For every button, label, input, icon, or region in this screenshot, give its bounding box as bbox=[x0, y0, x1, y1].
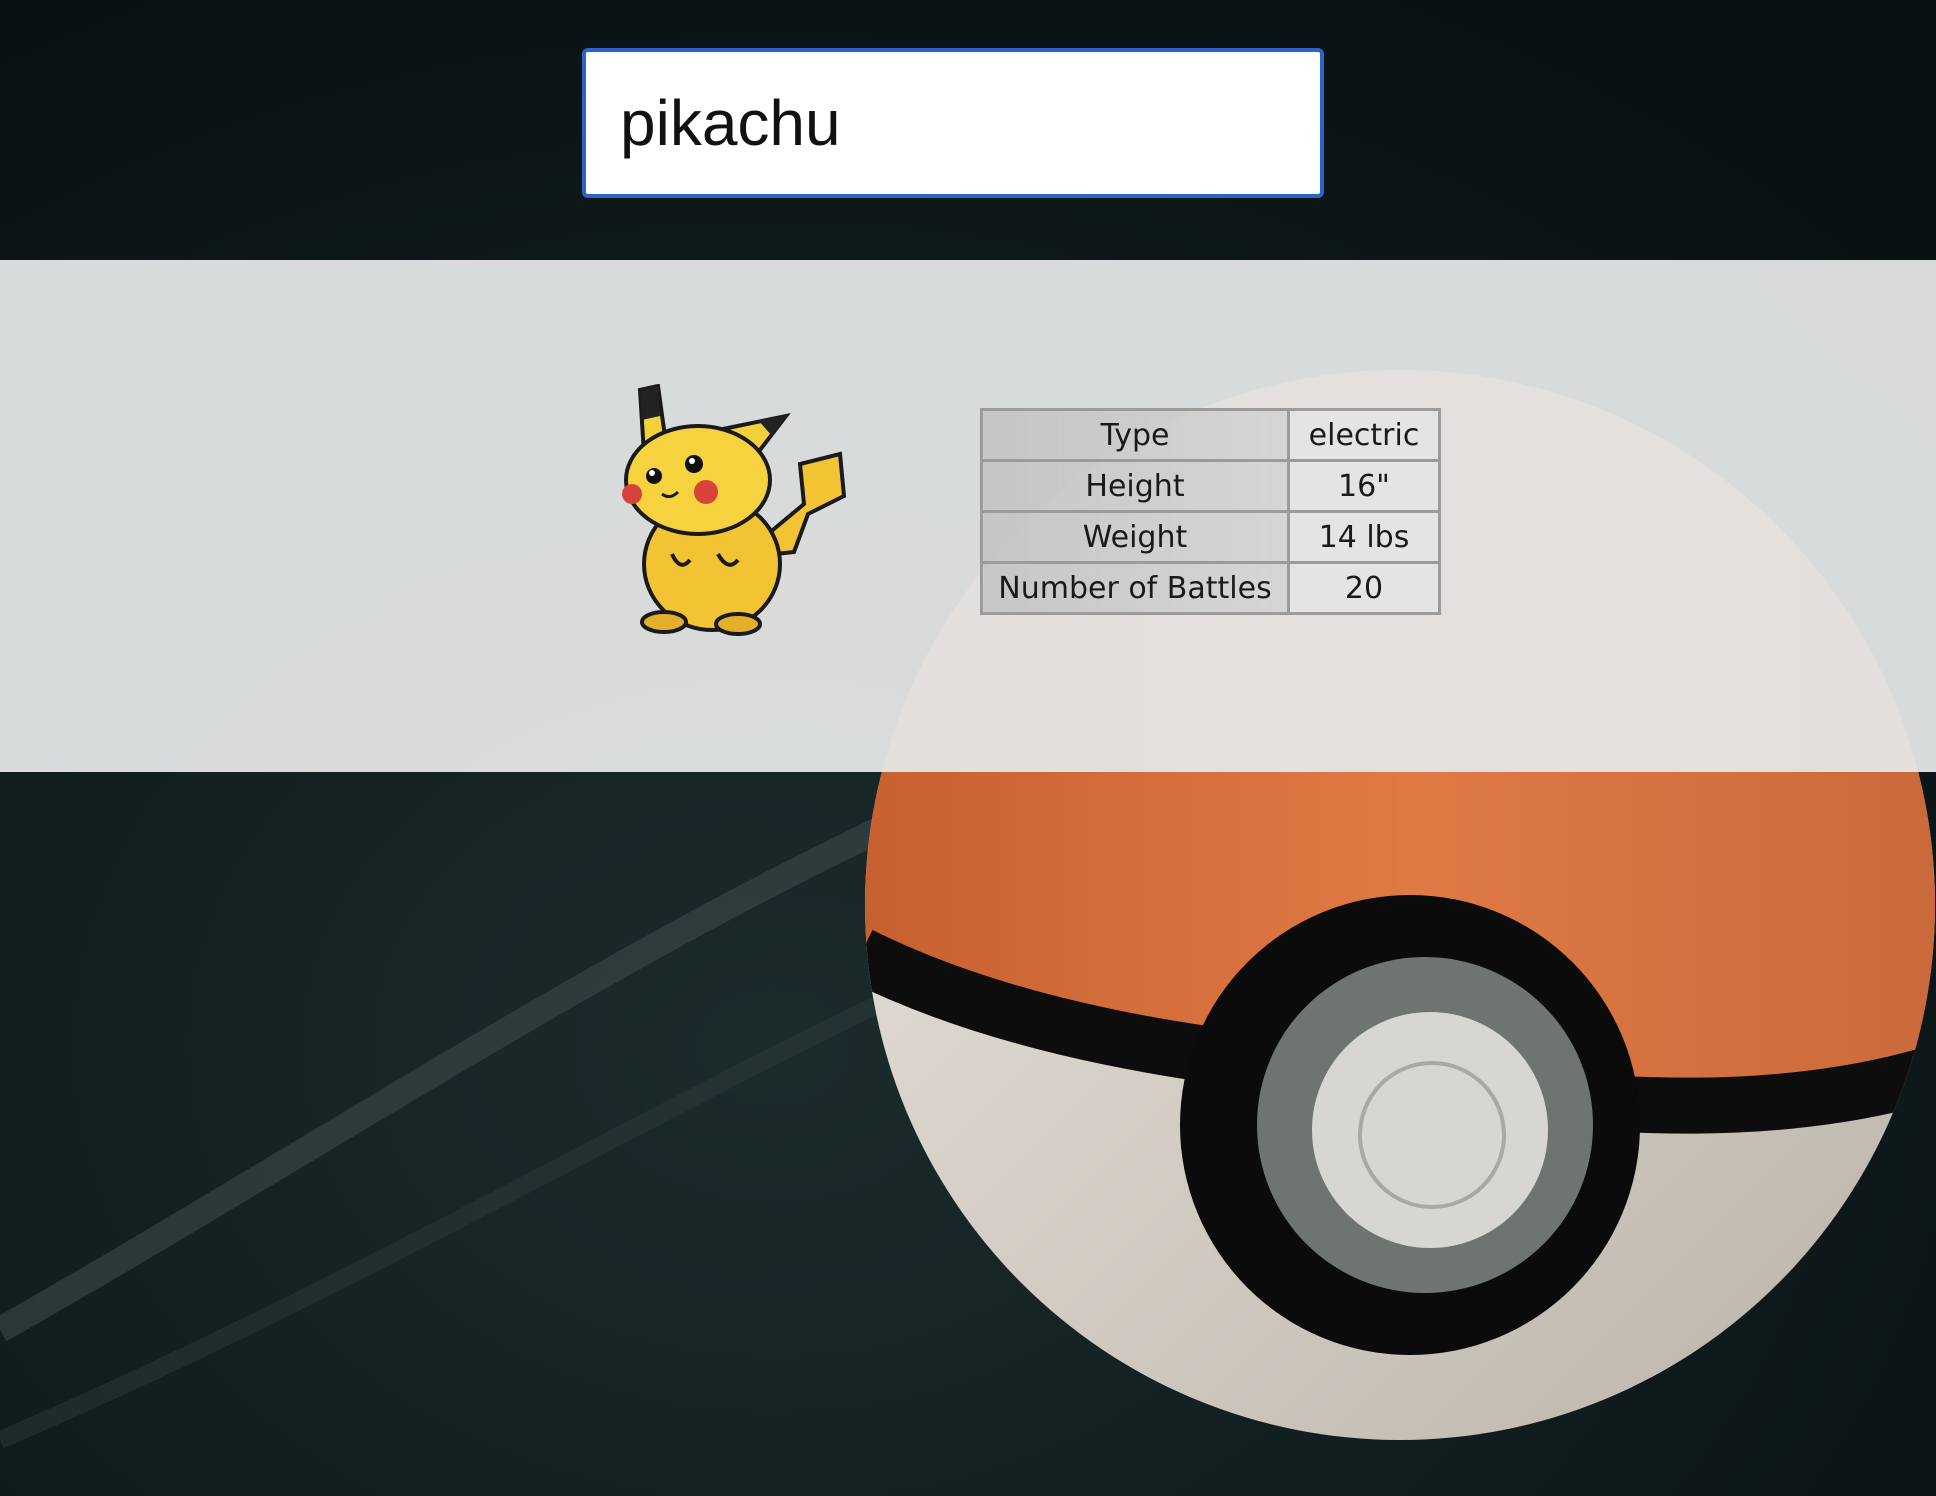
stats-row-type: Type electric bbox=[980, 408, 1441, 462]
pikachu-sprite-icon bbox=[622, 384, 847, 636]
stats-value: 14 lbs bbox=[1287, 510, 1441, 564]
pokemon-search-input[interactable] bbox=[582, 48, 1324, 198]
stats-label: Height bbox=[980, 459, 1290, 513]
stats-value: 20 bbox=[1287, 561, 1441, 615]
stats-label: Type bbox=[980, 408, 1290, 462]
stats-value: electric bbox=[1287, 408, 1441, 462]
stats-row-weight: Weight 14 lbs bbox=[980, 510, 1441, 564]
stats-label: Number of Battles bbox=[980, 561, 1290, 615]
stats-value: 16" bbox=[1287, 459, 1441, 513]
stats-row-height: Height 16" bbox=[980, 459, 1441, 513]
search-field-wrapper bbox=[582, 48, 1324, 198]
pokemon-stats-table: Type electric Height 16" Weight 14 lbs N… bbox=[980, 408, 1441, 615]
stats-row-battles: Number of Battles 20 bbox=[980, 561, 1441, 615]
app-page: Type electric Height 16" Weight 14 lbs N… bbox=[0, 0, 1936, 1496]
stats-label: Weight bbox=[980, 510, 1290, 564]
pokemon-info-panel bbox=[0, 260, 1936, 772]
